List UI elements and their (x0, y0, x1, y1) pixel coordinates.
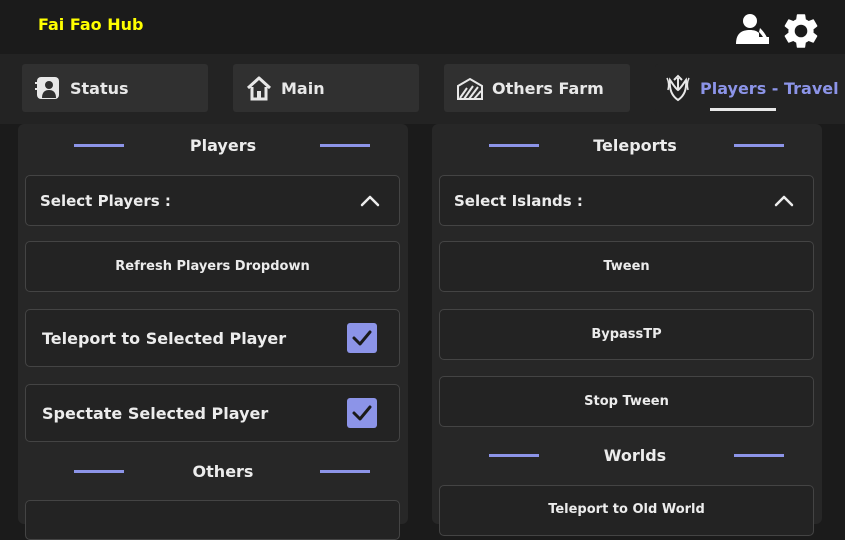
teleport-to-player-label: Teleport to Selected Player (42, 328, 287, 348)
tween-button[interactable]: Tween (439, 241, 814, 292)
status-icon (35, 77, 59, 99)
tab-status[interactable]: Status (22, 64, 208, 112)
section-divider (320, 470, 370, 473)
farm-icon (457, 77, 483, 100)
teleport-to-player-checkbox[interactable] (347, 323, 377, 353)
teleport-to-player-toggle[interactable]: Teleport to Selected Player (25, 309, 400, 367)
select-players-label: Select Players : (40, 191, 171, 210)
header: Fai Fao Hub (0, 0, 845, 54)
section-divider (734, 454, 784, 457)
section-divider (489, 454, 539, 457)
bypasstp-label: BypassTP (591, 327, 662, 342)
home-icon (246, 76, 272, 101)
app-title: Fai Fao Hub (38, 15, 144, 34)
checkmark-icon (352, 330, 372, 346)
tween-label: Tween (603, 259, 650, 274)
stop-tween-label: Stop Tween (584, 394, 669, 409)
tab-main-label: Main (281, 78, 325, 98)
select-islands-dropdown[interactable]: Select Islands : (439, 175, 814, 226)
tab-others-farm-label: Others Farm (492, 78, 604, 98)
user-call-icon[interactable] (734, 10, 770, 50)
checkmark-icon (352, 405, 372, 421)
stop-tween-button[interactable]: Stop Tween (439, 376, 814, 427)
tab-players-travel[interactable]: Players - Travel (655, 64, 845, 112)
refresh-players-button[interactable]: Refresh Players Dropdown (25, 241, 400, 292)
section-divider (489, 144, 539, 147)
gear-icon[interactable] (780, 10, 822, 56)
tab-main[interactable]: Main (233, 64, 419, 112)
active-tab-indicator (710, 108, 776, 111)
others-section-title: Others (192, 461, 254, 481)
teleports-section-title: Teleports (593, 135, 677, 155)
travel-icon (666, 74, 690, 102)
teleports-panel: Teleports Select Islands : Tween BypassT… (432, 124, 822, 536)
players-section-title: Players (189, 135, 257, 155)
spectate-player-checkbox[interactable] (347, 398, 377, 428)
select-islands-label: Select Islands : (454, 191, 583, 210)
others-row[interactable] (25, 500, 400, 540)
worlds-section-title: Worlds (603, 445, 667, 465)
bypasstp-button[interactable]: BypassTP (439, 309, 814, 360)
chevron-up-icon (360, 195, 380, 207)
chevron-up-icon (774, 195, 794, 207)
teleport-old-world-button[interactable]: Teleport to Old World (439, 485, 814, 536)
tab-bar: Status Main Others Farm Players - Travel (0, 54, 845, 124)
spectate-player-label: Spectate Selected Player (42, 403, 269, 423)
tab-players-travel-label: Players - Travel (700, 78, 839, 98)
tab-status-label: Status (70, 78, 129, 98)
tab-others-farm[interactable]: Others Farm (444, 64, 630, 112)
section-divider (320, 144, 370, 147)
refresh-players-label: Refresh Players Dropdown (115, 259, 310, 274)
select-players-dropdown[interactable]: Select Players : (25, 175, 400, 226)
section-divider (74, 144, 124, 147)
spectate-player-toggle[interactable]: Spectate Selected Player (25, 384, 400, 442)
players-panel: Players Select Players : Refresh Players… (18, 124, 408, 540)
section-divider (74, 470, 124, 473)
section-divider (734, 144, 784, 147)
